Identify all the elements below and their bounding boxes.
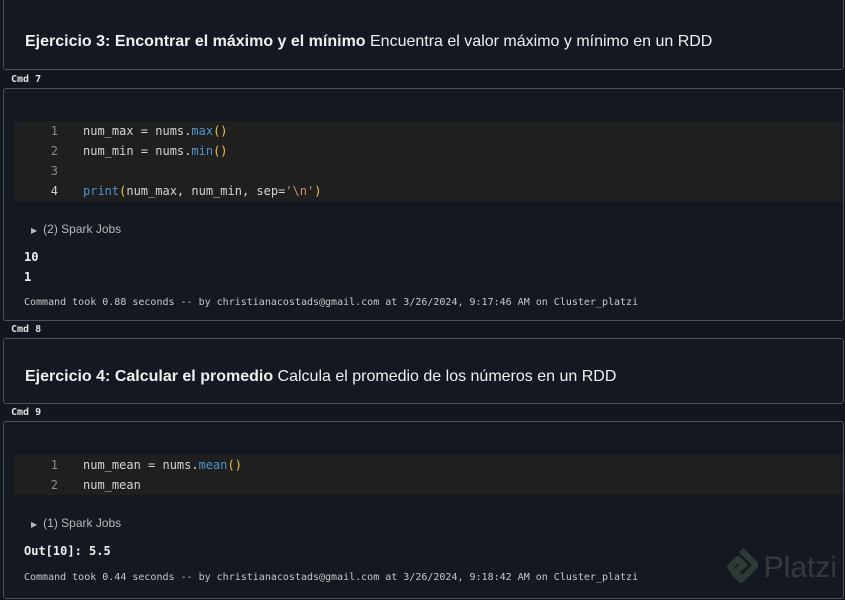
code-line: num_min = nums.min() xyxy=(83,144,228,158)
cmd-label: Cmd 9 xyxy=(11,407,42,418)
platzi-watermark: Platzi xyxy=(724,548,837,588)
spark-jobs-label: (2) Spark Jobs xyxy=(43,222,122,236)
code-line: print(num_max, num_min, sep='\n') xyxy=(83,184,322,198)
code-editor[interactable]: 1 num_max = nums.max() 2 num_min = nums.mi… xyxy=(14,121,843,201)
line-number: 3 xyxy=(50,164,58,178)
code-line: num_mean xyxy=(83,478,141,492)
code-cell-cmd-7[interactable]: 1 num_max = nums.max() 2 num_min = nums.mi… xyxy=(3,88,844,321)
watermark-text: Platzi xyxy=(763,551,837,584)
spark-jobs-label: (1) Spark Jobs xyxy=(43,516,122,530)
line-number: 1 xyxy=(50,124,58,138)
output-line: 10 xyxy=(24,250,39,264)
cmd-label: Cmd 8 xyxy=(11,324,42,335)
markdown-heading: Ejercicio 3: Encontrar el máximo y el mí… xyxy=(25,33,712,51)
line-number: 2 xyxy=(50,144,58,158)
heading-bold: Ejercicio 3: Encontrar el máximo y el mí… xyxy=(25,33,366,50)
code-line: num_max = nums.max() xyxy=(83,124,228,138)
markdown-cell-ejercicio-3[interactable]: Ejercicio 3: Encontrar el máximo y el mí… xyxy=(3,0,844,70)
output-line: 1 xyxy=(24,270,32,284)
spark-jobs-toggle[interactable]: ▶ (2) Spark Jobs xyxy=(31,222,121,236)
spark-jobs-toggle[interactable]: ▶ (1) Spark Jobs xyxy=(31,516,121,530)
heading-text: Encuentra el valor máximo y mínimo en un… xyxy=(365,33,713,50)
line-number: 4 xyxy=(50,184,58,198)
heading-bold: Ejercicio 4: Calcular el promedio xyxy=(25,368,274,385)
platzi-logo-icon xyxy=(726,548,758,583)
code-line: num_mean = nums.mean() xyxy=(83,458,242,472)
line-number: 2 xyxy=(50,478,58,492)
code-editor[interactable]: 1 num_mean = nums.mean() 2 num_mean xyxy=(14,455,843,495)
cmd-label: Cmd 7 xyxy=(11,74,42,85)
code-cell-cmd-9[interactable]: 1 num_mean = nums.mean() 2 num_mean ▶ (1) S… xyxy=(3,421,844,599)
triangle-right-icon: ▶ xyxy=(31,520,38,529)
triangle-right-icon: ▶ xyxy=(31,226,38,235)
command-footer: Command took 0.88 seconds -- by christia… xyxy=(24,297,639,308)
markdown-cell-ejercicio-4[interactable]: Ejercicio 4: Calcular el promedio Calcul… xyxy=(3,338,844,404)
heading-text: Calcula el promedio de los números en un… xyxy=(273,368,617,385)
markdown-heading: Ejercicio 4: Calcular el promedio Calcul… xyxy=(25,368,616,386)
output-line: Out[10]: 5.5 xyxy=(24,544,111,558)
line-number: 1 xyxy=(50,458,58,472)
command-footer: Command took 0.44 seconds -- by christia… xyxy=(24,572,639,583)
